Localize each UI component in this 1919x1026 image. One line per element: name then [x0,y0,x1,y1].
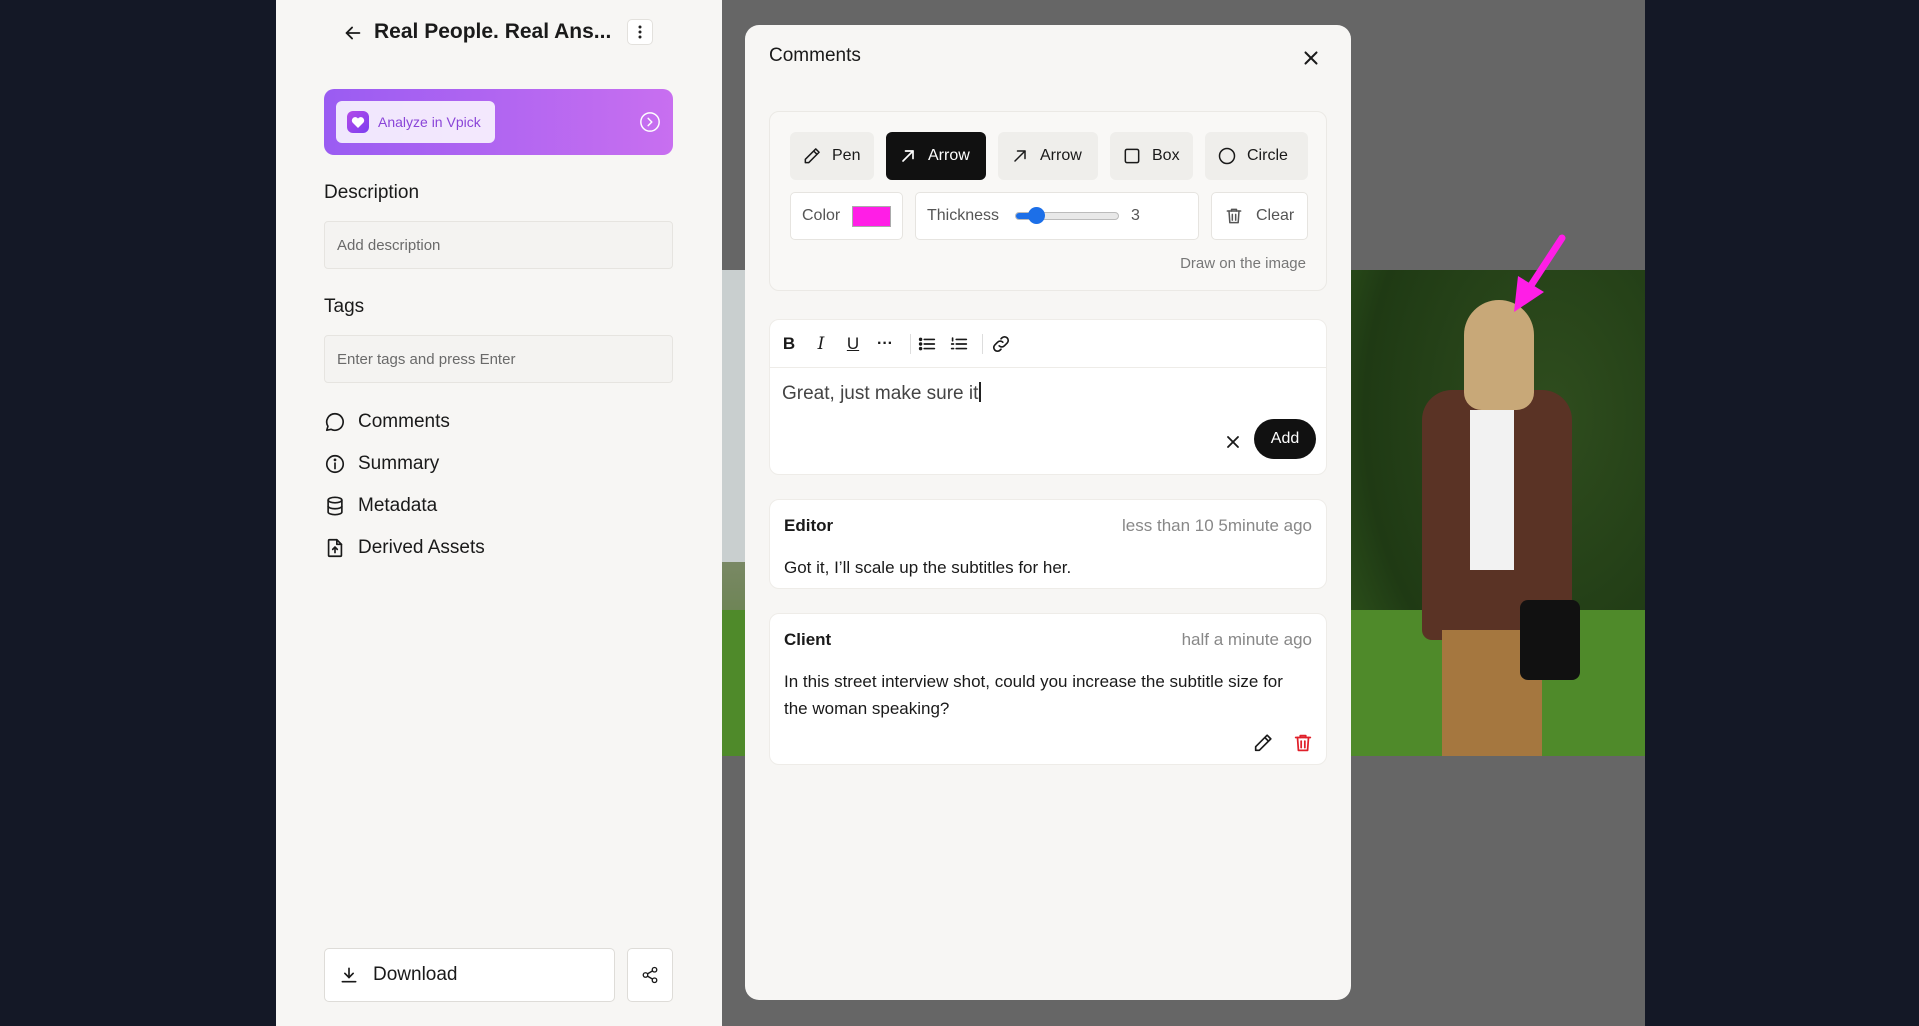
more-options-button[interactable] [627,19,653,45]
woman-figure [1402,300,1582,756]
comment-input-text: Great, just make sure it [782,383,979,404]
comment-card: Client half a minute ago In this street … [769,613,1327,765]
clear-button[interactable]: Clear [1211,192,1308,240]
clear-label: Clear [1256,207,1295,224]
more-formatting-icon[interactable]: ··· [874,333,896,355]
slider-thumb[interactable] [1028,207,1046,224]
nav-item-metadata[interactable]: Metadata [324,492,437,520]
add-comment-button[interactable]: Add [1254,419,1316,459]
chevron-right-circle-icon[interactable] [639,111,661,133]
comment-body: Got it, I’ll scale up the subtitles for … [784,558,1072,577]
database-icon [327,496,343,516]
close-icon[interactable] [1300,47,1322,69]
vpick-logo-icon [347,111,369,133]
sidebar-header: Real People. Real Ans... [276,18,722,48]
arrow-annotation[interactable] [1510,232,1570,312]
toolbar-divider [982,334,983,354]
share-button[interactable] [627,948,673,1002]
trash-icon [1226,208,1242,224]
tool-circle-button[interactable]: Circle [1205,132,1308,180]
underline-icon[interactable]: U [842,333,864,355]
numbered-list-icon[interactable] [948,333,970,355]
square-icon [1124,148,1140,164]
comment-input[interactable]: Great, just make sure it [782,382,982,405]
drawing-tools-panel: Pen Arrow Arrow Box Circle Color Thickne… [769,111,1327,291]
bold-icon[interactable]: B [778,333,800,355]
italic-icon[interactable]: I [810,333,832,355]
bullet-list-icon[interactable] [916,333,938,355]
comment-timestamp: half a minute ago [1181,630,1312,649]
arrow-up-right-icon [902,150,914,162]
share-icon [642,966,658,984]
thickness-label: Thickness [927,207,1000,224]
comment-author: Client [784,630,832,649]
comments-modal: Comments Pen Arrow Arrow Box Circle Colo… [745,25,1351,1000]
description-field[interactable] [324,221,673,269]
text-caret [979,382,982,402]
nav-item-label: Metadata [358,495,438,516]
asset-sidebar: Real People. Real Ans... Analyze in Vpic… [276,0,722,1026]
nav-item-derived-assets[interactable]: Derived Assets [324,534,485,562]
tool-label: Circle [1247,147,1288,164]
toolbar-divider [910,334,911,354]
link-icon[interactable] [990,333,1012,355]
vpick-banner[interactable]: Analyze in Vpick [324,89,673,155]
tool-label: Pen [832,147,861,164]
tags-input[interactable] [337,350,672,368]
tool-arrow-button[interactable]: Arrow [886,132,986,180]
cancel-comment-icon[interactable] [1223,432,1243,452]
arrow-left-icon[interactable] [342,22,364,44]
tool-pen-button[interactable]: Pen [790,132,874,180]
download-icon [341,967,357,983]
delete-trash-icon[interactable] [1292,732,1314,754]
tool-label: Arrow [1040,147,1082,164]
nav-item-comments[interactable]: Comments [324,408,450,436]
asset-title: Real People. Real Ans... [374,20,612,43]
comment-body: In this street interview shot, could you… [784,672,1283,718]
vpick-label: Analyze in Vpick [378,114,481,130]
thickness-value: 3 [1131,207,1140,224]
modal-title: Comments [769,45,861,66]
comment-timestamp: less than 10 5minute ago [1122,516,1312,535]
file-upload-icon [327,538,343,558]
thickness-control: Thickness 3 [915,192,1199,240]
comment-editor: B I U ··· Great, just make sure it Add [769,319,1327,475]
comment-card: Editor less than 10 5minute ago Got it, … [769,499,1327,589]
info-circle-icon [325,454,345,474]
description-label: Description [324,182,420,203]
arrow-up-right-icon [1014,150,1026,162]
download-label: Download [373,964,458,985]
tool-arrow-alt-button[interactable]: Arrow [998,132,1098,180]
edit-pencil-icon[interactable] [1252,732,1274,754]
color-swatch[interactable] [852,205,892,227]
nav-item-label: Summary [358,453,440,474]
color-picker[interactable]: Color [790,192,903,240]
nav-item-label: Comments [358,411,450,432]
speech-bubble-icon [325,412,344,432]
nav-item-summary[interactable]: Summary [324,450,439,478]
tool-label: Box [1152,147,1180,164]
editor-toolbar: B I U ··· [770,320,1326,368]
download-button[interactable]: Download [324,948,615,1002]
tags-field[interactable] [324,335,673,383]
comment-author: Editor [784,516,834,535]
pencil-icon [804,148,820,164]
tool-label: Arrow [928,147,970,164]
nav-item-label: Derived Assets [358,537,485,558]
circle-icon [1218,147,1236,165]
kebab-icon [638,25,642,39]
description-input[interactable] [337,236,672,254]
tool-box-button[interactable]: Box [1110,132,1193,180]
draw-hint: Draw on the image [1180,255,1306,272]
color-label: Color [802,207,841,224]
analyze-vpick-button[interactable]: Analyze in Vpick [336,101,495,143]
thickness-slider[interactable] [1015,207,1120,224]
tags-label: Tags [324,296,365,317]
